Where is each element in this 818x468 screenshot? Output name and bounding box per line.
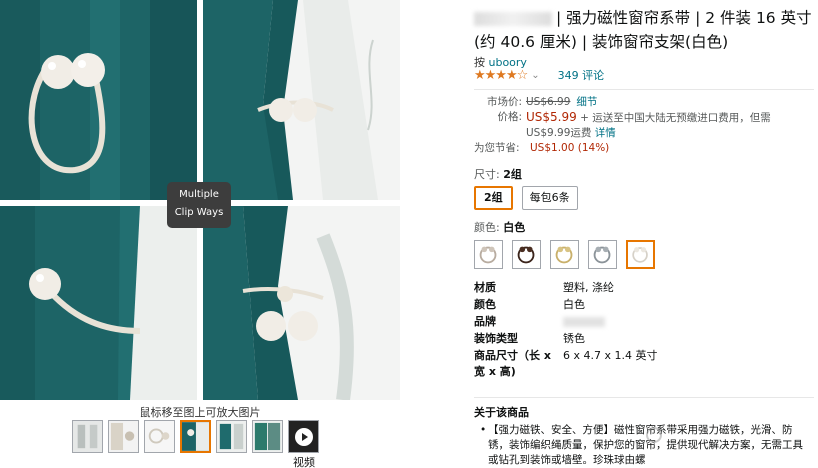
thumbnail-6[interactable] [252, 420, 283, 453]
spec-row: 材质 塑料, 涤纶 [474, 280, 814, 297]
image-gallery[interactable]: Multiple Clip Ways [0, 0, 400, 400]
spec-row: 颜色 白色 [474, 297, 814, 314]
price-label: 价格: [497, 111, 522, 123]
spec-key: 商品尺寸（长 x 宽 x 高) [474, 349, 551, 378]
video-thumbnail[interactable] [288, 420, 319, 453]
color-label: 颜色: [474, 221, 500, 234]
badge-line-2: Clip Ways [174, 207, 224, 218]
spec-row: 商品尺寸（长 x 宽 x 高) 6 x 4.7 x 1.4 英寸 [474, 348, 814, 380]
price-block: US$5.99 + 运送至中国大陆无预缴进口费用，但需 US$9.99运费 详情 [526, 110, 810, 141]
thumbnail-3[interactable] [144, 420, 175, 453]
thumbnail-4-selected[interactable] [180, 420, 211, 453]
spec-value: 塑料, 涤纶 [563, 281, 614, 294]
blurred-brand-value [563, 317, 605, 327]
color-swatch-greige[interactable] [474, 240, 503, 269]
price-value: US$5.99 [526, 110, 577, 124]
savings-row: 为您节省: US$1.00 (14%) [474, 141, 814, 156]
spec-key: 颜色 [474, 298, 496, 311]
bullet-icon: • [480, 424, 487, 436]
divider [474, 397, 814, 398]
product-photo-ring-tieback[interactable] [0, 0, 197, 200]
color-swatch-white[interactable] [626, 240, 655, 269]
about-list: • 【强力磁铁、安全、方便】磁性窗帘系带采用强力磁铁，光滑、防锈，装饰编织绳质量… [474, 423, 810, 468]
savings-value: US$1.00 (14%) [530, 142, 610, 154]
spec-value: 白色 [563, 298, 585, 311]
about-bullet-text: 【强力磁铁、安全、方便】磁性窗帘系带采用强力磁铁，光滑、防锈，装饰编织绳质量，保… [488, 424, 803, 466]
price-row: 价格: US$5.99 + 运送至中国大陆无预缴进口费用，但需 US$9.99运… [474, 110, 814, 141]
zoom-hint: 鼠标移至图上可放大图片 [139, 406, 261, 419]
divider [474, 89, 814, 90]
about-title: 关于该商品 [474, 406, 529, 419]
size-options: 2组 每包6条 [474, 186, 578, 210]
badge-line-1: Multiple [179, 189, 219, 200]
spec-row: 装饰类型 锈色 [474, 331, 814, 348]
size-label: 尺寸: [474, 168, 500, 181]
chevron-down-icon[interactable]: ⌄ [531, 70, 539, 81]
product-title: | 强力磁性窗帘系带 | 2 件装 16 英寸(约 40.6 厘米) | 装饰窗… [474, 6, 814, 54]
watermark [646, 424, 756, 446]
thumbnail-2[interactable] [108, 420, 139, 453]
spec-value-brand [563, 314, 605, 331]
size-selected-value: 2组 [503, 168, 522, 181]
spec-key: 材质 [474, 281, 496, 294]
list-price-value: US$6.99 [526, 96, 571, 108]
rating-row: ★★★★☆ ⌄ 349 评论 [474, 67, 604, 83]
multiple-clip-ways-badge: Multiple Clip Ways [167, 182, 231, 228]
blurred-brand-prefix [474, 11, 552, 26]
color-swatch-gold[interactable] [550, 240, 579, 269]
list-price-label: 市场价: [486, 96, 522, 108]
spec-row: 品牌 [474, 314, 814, 331]
spec-value: 6 x 4.7 x 1.4 英寸 [563, 349, 658, 362]
color-label-row: 颜色: 白色 [474, 219, 525, 235]
star-rating-icon[interactable]: ★★★★☆ [474, 68, 528, 83]
spec-key: 装饰类型 [474, 332, 518, 345]
product-photo-ball-tieback[interactable] [0, 206, 197, 400]
color-swatch-brown[interactable] [512, 240, 541, 269]
savings-label: 为您节省: [474, 142, 520, 154]
shipping-details-link[interactable]: 详情 [595, 127, 616, 139]
price-table: 市场价: US$6.99 细节 价格: US$5.99 + 运送至中国大陆无预缴… [474, 95, 814, 156]
video-label[interactable]: 视频 [293, 454, 315, 468]
list-price-row: 市场价: US$6.99 细节 [474, 95, 814, 110]
thumbnail-strip [72, 420, 319, 454]
list-price-details-link[interactable]: 细节 [576, 95, 597, 110]
thumbnail-1[interactable] [72, 420, 103, 453]
size-option-6-per-pack[interactable]: 每包6条 [521, 186, 578, 210]
size-label-row: 尺寸: 2组 [474, 166, 522, 182]
spec-key: 品牌 [474, 315, 496, 328]
size-option-2-sets[interactable]: 2组 [474, 186, 513, 210]
product-specs: 材质 塑料, 涤纶 颜色 白色 品牌 装饰类型 锈色 商品尺寸（长 x 宽 x … [474, 280, 814, 380]
watermark-icon [646, 427, 662, 443]
play-icon [295, 428, 313, 446]
spec-value: 锈色 [563, 332, 585, 345]
color-selected-value: 白色 [503, 221, 526, 234]
thumbnail-5[interactable] [216, 420, 247, 453]
rating-count-link[interactable]: 349 评论 [558, 67, 605, 83]
color-swatch-silver-gray[interactable] [588, 240, 617, 269]
color-swatches [474, 240, 655, 269]
product-photo-knot-tieback[interactable] [203, 206, 400, 400]
product-photo-tied-curtain[interactable] [203, 0, 400, 200]
